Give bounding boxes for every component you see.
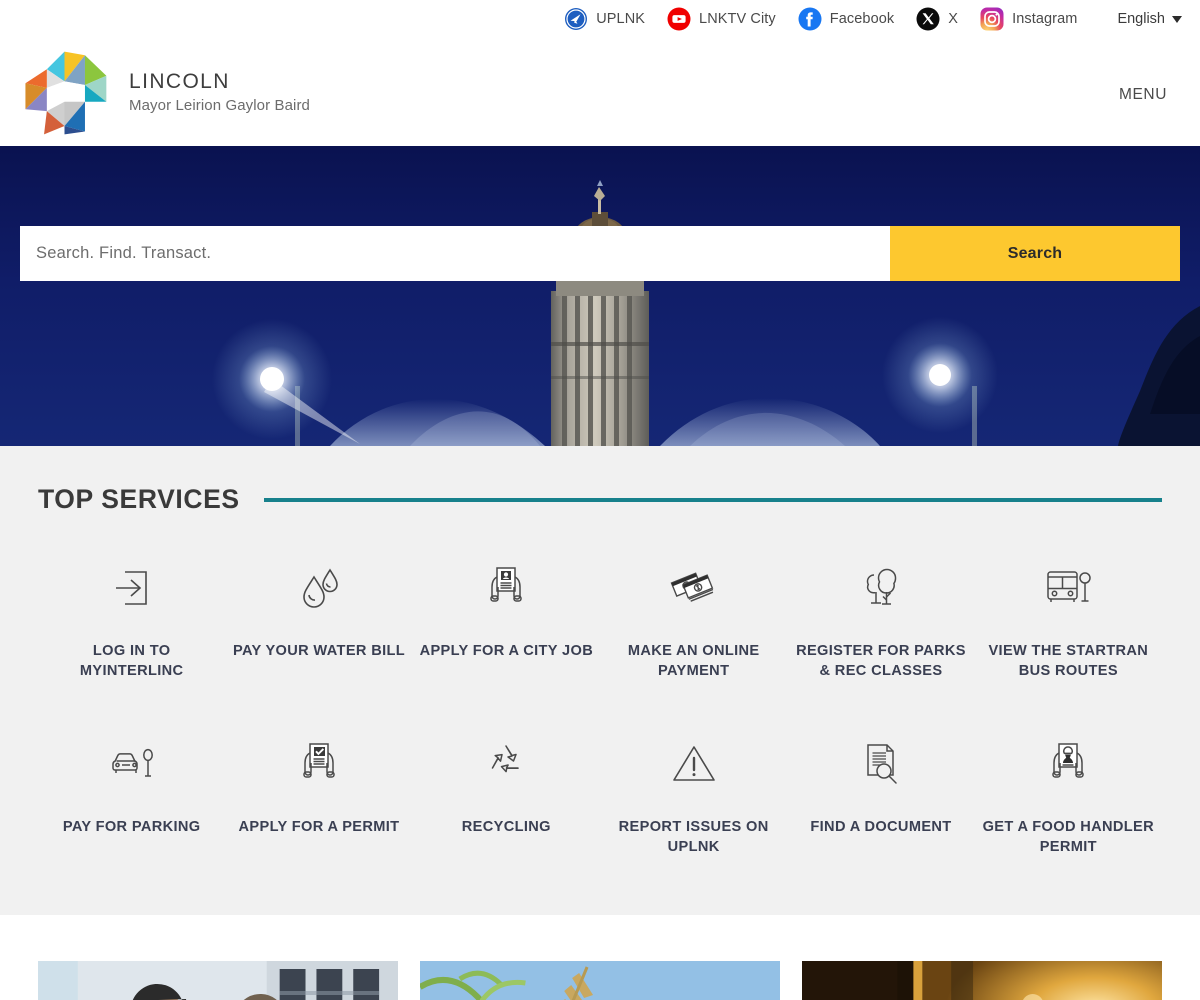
service-apply-for-a-permit[interactable]: APPLY FOR A PERMIT bbox=[225, 733, 412, 857]
service-label: APPLY FOR A CITY JOB bbox=[419, 643, 594, 659]
masthead: LINCOLN Mayor Leirion Gaylor Baird MENU bbox=[0, 38, 1200, 146]
service-label: MAKE AN ONLINE PAYMENT bbox=[627, 643, 760, 680]
brand-home-link[interactable]: LINCOLN Mayor Leirion Gaylor Baird bbox=[18, 46, 310, 139]
trees-icon bbox=[850, 557, 912, 619]
login-arrow-icon bbox=[101, 557, 163, 619]
service-register-for-parks-rec-classes[interactable]: REGISTER FOR PARKS & REC CLASSES bbox=[787, 557, 974, 681]
brand-subtitle: Mayor Leirion Gaylor Baird bbox=[129, 97, 311, 115]
service-pay-for-parking[interactable]: PAY FOR PARKING bbox=[38, 733, 225, 857]
permit-checklist-icon bbox=[288, 733, 350, 795]
social-link-x[interactable]: X bbox=[916, 7, 958, 31]
list-item[interactable] bbox=[420, 961, 780, 1000]
service-label: LOG IN TO MYINTERLINC bbox=[79, 643, 184, 680]
service-make-an-online-payment[interactable]: MAKE AN ONLINE PAYMENT bbox=[600, 557, 787, 681]
utility-bar: UPLNK LNKTV City Facebook X Instagram En… bbox=[0, 0, 1200, 38]
section-title: TOP SERVICES bbox=[38, 484, 240, 514]
warning-triangle-icon bbox=[663, 733, 725, 795]
social-link-instagram[interactable]: Instagram bbox=[980, 7, 1077, 31]
services-grid-row-2: PAY FOR PARKING APPLY FOR A PERMIT RECYC… bbox=[38, 733, 1162, 857]
service-find-a-document[interactable]: FIND A DOCUMENT bbox=[787, 733, 974, 857]
service-label: GET A FOOD HANDLER PERMIT bbox=[982, 819, 1155, 856]
social-link-label: UPLNK bbox=[596, 11, 646, 27]
list-item[interactable] bbox=[38, 961, 398, 1000]
social-link-label: Facebook bbox=[829, 11, 895, 27]
bus-stop-icon bbox=[1037, 557, 1099, 619]
brand-title: LINCOLN bbox=[129, 69, 230, 93]
service-label: PAY FOR PARKING bbox=[62, 819, 201, 836]
service-label: FIND A DOCUMENT bbox=[810, 819, 952, 836]
language-selector[interactable]: English bbox=[1117, 11, 1182, 27]
job-application-icon bbox=[475, 557, 537, 619]
service-label: APPLY FOR A PERMIT bbox=[238, 819, 400, 836]
services-grid-row-1: LOG IN TO MYINTERLINC PAY YOUR WATER BIL… bbox=[38, 557, 1162, 681]
instagram-icon bbox=[980, 7, 1004, 31]
uplnk-icon bbox=[564, 7, 588, 31]
service-label: REGISTER FOR PARKS & REC CLASSES bbox=[796, 643, 966, 680]
social-link-lnktv-city[interactable]: LNKTV City bbox=[667, 7, 776, 31]
facebook-icon bbox=[798, 7, 822, 31]
search-input[interactable] bbox=[20, 226, 890, 281]
water-drops-icon bbox=[288, 557, 350, 619]
service-get-a-food-handler-permit[interactable]: GET A FOOD HANDLER PERMIT bbox=[975, 733, 1162, 857]
social-link-facebook[interactable]: Facebook bbox=[798, 7, 894, 31]
list-item[interactable] bbox=[802, 961, 1162, 1000]
service-label: VIEW THE STARTRAN BUS ROUTES bbox=[988, 643, 1149, 680]
document-search-icon bbox=[850, 733, 912, 795]
service-label: RECYCLING bbox=[461, 819, 551, 836]
social-link-label: Instagram bbox=[1012, 11, 1078, 27]
hero-banner: Search bbox=[0, 146, 1200, 446]
site-search-bar: Search bbox=[20, 226, 1180, 281]
menu-label: MENU bbox=[1118, 86, 1168, 103]
social-link-label: LNKTV City bbox=[699, 11, 776, 27]
section-divider bbox=[263, 497, 1162, 502]
service-log-in-to-myinterlinc[interactable]: LOG IN TO MYINTERLINC bbox=[38, 557, 225, 681]
service-label: REPORT ISSUES ON UPLNK bbox=[618, 819, 769, 856]
service-report-issues-on-uplnk[interactable]: REPORT ISSUES ON UPLNK bbox=[600, 733, 787, 857]
x-twitter-icon bbox=[916, 7, 940, 31]
section-header: TOP SERVICES bbox=[38, 478, 1162, 515]
recycling-icon bbox=[475, 733, 537, 795]
service-view-the-startran-bus-routes[interactable]: VIEW THE STARTRAN BUS ROUTES bbox=[975, 557, 1162, 681]
food-handler-icon bbox=[1037, 733, 1099, 795]
service-recycling[interactable]: RECYCLING bbox=[413, 733, 600, 857]
service-label: PAY YOUR WATER BILL bbox=[232, 643, 406, 659]
service-apply-for-a-city-job[interactable]: APPLY FOR A CITY JOB bbox=[413, 557, 600, 681]
chevron-down-icon bbox=[1172, 15, 1182, 23]
youtube-icon bbox=[667, 7, 691, 31]
money-bills-icon bbox=[663, 557, 725, 619]
service-pay-your-water-bill[interactable]: PAY YOUR WATER BILL bbox=[225, 557, 412, 681]
top-services-section: TOP SERVICES LOG IN TO MYINTERLINC PAY Y… bbox=[0, 446, 1200, 915]
feature-cards-row bbox=[0, 915, 1200, 1000]
car-parking-meter-icon bbox=[101, 733, 163, 795]
social-link-uplnk[interactable]: UPLNK bbox=[564, 7, 645, 31]
search-button[interactable]: Search bbox=[890, 226, 1180, 281]
lincoln-star-logo bbox=[18, 46, 111, 139]
menu-button[interactable]: MENU bbox=[1108, 78, 1178, 104]
language-label: English bbox=[1117, 11, 1165, 27]
social-link-label: X bbox=[948, 11, 959, 27]
capitol-night-photo bbox=[0, 146, 1200, 446]
